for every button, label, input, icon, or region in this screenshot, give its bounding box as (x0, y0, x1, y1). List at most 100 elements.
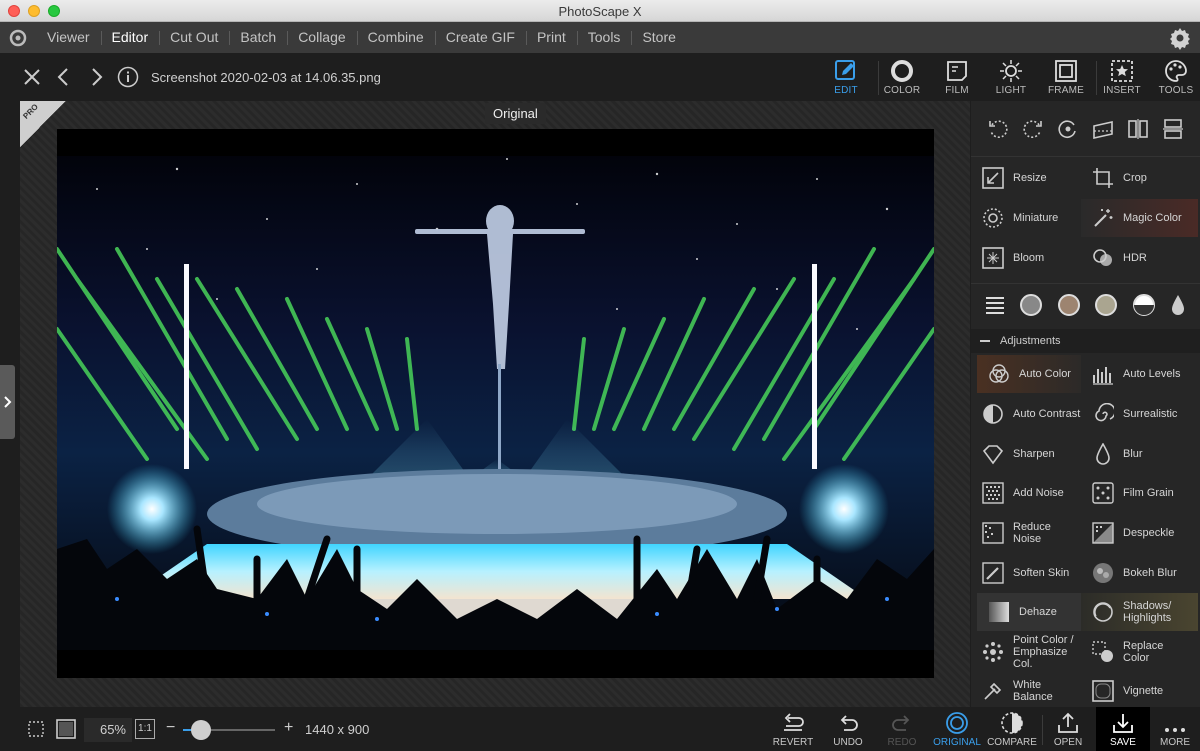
menu-viewer[interactable]: Viewer (36, 22, 101, 53)
filter-sepia-icon[interactable] (1057, 293, 1081, 322)
replace-color-button[interactable]: Replace Color (1081, 633, 1191, 671)
canvas-area[interactable]: PRO Original (20, 101, 970, 707)
more-button[interactable]: MORE (1148, 707, 1200, 751)
sharpen-icon (981, 442, 1005, 466)
edited-photo[interactable] (57, 129, 934, 678)
info-icon[interactable] (116, 65, 140, 89)
menu-combine[interactable]: Combine (356, 22, 435, 53)
auto-contrast-label: Auto Contrast (1013, 408, 1081, 420)
menu-tools[interactable]: Tools (576, 22, 632, 53)
shadows-highlights-icon (1091, 600, 1115, 624)
miniature-icon (981, 206, 1005, 230)
dehaze-label: Dehaze (1019, 606, 1057, 618)
film-grain-button[interactable]: Film Grain (1081, 474, 1191, 512)
auto-color-button[interactable]: Auto Color (977, 355, 1081, 393)
surrealistic-button[interactable]: Surrealistic (1081, 395, 1191, 433)
soften-skin-button[interactable]: Soften Skin (971, 554, 1081, 592)
filter-warm-icon[interactable] (1094, 293, 1118, 322)
menu-print[interactable]: Print (525, 22, 577, 53)
sharpen-button[interactable]: Sharpen (971, 435, 1081, 473)
white-balance-button[interactable]: White Balance (971, 672, 1081, 710)
auto-levels-label: Auto Levels (1123, 368, 1181, 380)
menu-collage[interactable]: Collage (287, 22, 356, 53)
rotate-left-icon[interactable] (983, 111, 1013, 147)
tab-tools[interactable]: TOOLS (1148, 57, 1200, 101)
bottom-bar: 65% 1:1 − + 1440 x 900 REVERT UNDO REDO … (0, 707, 1200, 751)
tab-film[interactable]: FILM (929, 57, 985, 101)
bloom-label: Bloom (1013, 252, 1045, 264)
undo-label: UNDO (833, 737, 863, 748)
flip-horizontal-icon[interactable] (1123, 111, 1153, 147)
tab-frame[interactable]: FRAME (1038, 57, 1094, 101)
previous-image-icon[interactable] (52, 65, 76, 89)
zoom-slider[interactable] (183, 720, 275, 740)
filter-gray-icon[interactable] (1019, 293, 1043, 322)
point-color-button[interactable]: Point Color / Emphasize Col. (971, 633, 1081, 671)
auto-contrast-button[interactable]: Auto Contrast (971, 395, 1081, 433)
app-logo-icon[interactable] (0, 22, 36, 53)
menu-batch[interactable]: Batch (229, 22, 287, 53)
tab-edit[interactable]: EDIT (818, 57, 874, 101)
file-name: Screenshot 2020-02-03 at 14.06.35.png (151, 70, 381, 85)
tab-color[interactable]: COLOR (874, 57, 930, 101)
close-icon[interactable] (20, 65, 44, 89)
compare-button[interactable]: COMPARE (985, 707, 1039, 751)
fit-screen-icon[interactable] (24, 717, 48, 741)
menu-store[interactable]: Store (631, 22, 686, 53)
bloom-button[interactable]: Bloom (971, 239, 1081, 277)
crop-icon (1091, 166, 1115, 190)
bokeh-blur-button[interactable]: Bokeh Blur (1081, 554, 1191, 592)
soften-skin-label: Soften Skin (1013, 567, 1070, 579)
actual-size-button[interactable]: 1:1 (135, 719, 155, 739)
tools-palette-icon (1148, 57, 1200, 85)
rotate-free-icon[interactable] (1053, 111, 1083, 147)
zoom-in-icon[interactable]: + (284, 719, 293, 737)
tab-insert[interactable]: INSERT (1094, 57, 1150, 101)
zoom-slider-knob[interactable] (191, 720, 212, 740)
menu-cut-out[interactable]: Cut Out (159, 22, 229, 53)
next-image-icon[interactable] (84, 65, 108, 89)
filter-drop-icon[interactable] (1169, 293, 1187, 322)
auto-contrast-icon (981, 402, 1005, 426)
hdr-button[interactable]: HDR (1081, 239, 1191, 277)
menu-editor[interactable]: Editor (100, 22, 160, 53)
original-button[interactable]: ORIGINAL (930, 707, 984, 751)
adjustments-header[interactable]: Adjustments (971, 329, 1200, 353)
redo-button[interactable]: REDO (875, 707, 929, 751)
reduce-noise-label: Reduce Noise (1013, 521, 1051, 545)
add-noise-button[interactable]: Add Noise (971, 474, 1081, 512)
open-button[interactable]: OPEN (1041, 707, 1095, 751)
straighten-icon[interactable] (1088, 111, 1118, 147)
filter-half-tone-icon[interactable] (1132, 293, 1156, 322)
miniature-button[interactable]: Miniature (971, 199, 1081, 237)
zoom-out-icon[interactable]: − (166, 719, 175, 737)
crop-button[interactable]: Crop (1081, 159, 1191, 197)
revert-button[interactable]: REVERT (766, 707, 820, 751)
dehaze-button[interactable]: Dehaze (977, 593, 1081, 631)
save-button[interactable]: SAVE (1096, 707, 1150, 751)
magic-color-label: Magic Color (1123, 212, 1182, 224)
list-menu-icon[interactable] (984, 295, 1006, 320)
vignette-icon (1091, 679, 1115, 703)
resize-button[interactable]: Resize (971, 159, 1081, 197)
flip-vertical-icon[interactable] (1158, 111, 1188, 147)
vignette-button[interactable]: Vignette (1081, 672, 1191, 710)
despeckle-button[interactable]: Despeckle (1081, 514, 1191, 552)
frame-icon (1038, 57, 1094, 85)
menu-create-gif[interactable]: Create GIF (434, 22, 526, 53)
title-bar: PhotoScape X (0, 0, 1200, 22)
settings-gear-icon[interactable] (1168, 26, 1192, 50)
zoom-value[interactable]: 65% (84, 718, 132, 742)
rotate-right-icon[interactable] (1018, 111, 1048, 147)
menu-bar: Viewer Editor Cut Out Batch Collage Comb… (0, 22, 1200, 53)
undo-button[interactable]: UNDO (821, 707, 875, 751)
magic-color-button[interactable]: Magic Color (1081, 199, 1198, 237)
background-toggle-icon[interactable] (54, 717, 78, 741)
replace-color-label: Replace Color (1123, 640, 1164, 664)
auto-levels-button[interactable]: Auto Levels (1081, 355, 1191, 393)
reduce-noise-button[interactable]: Reduce Noise (971, 514, 1081, 552)
shadows-highlights-button[interactable]: Shadows/ Highlights (1081, 593, 1198, 631)
blur-button[interactable]: Blur (1081, 435, 1191, 473)
left-panel-toggle[interactable] (0, 365, 15, 439)
tab-light[interactable]: LIGHT (983, 57, 1039, 101)
